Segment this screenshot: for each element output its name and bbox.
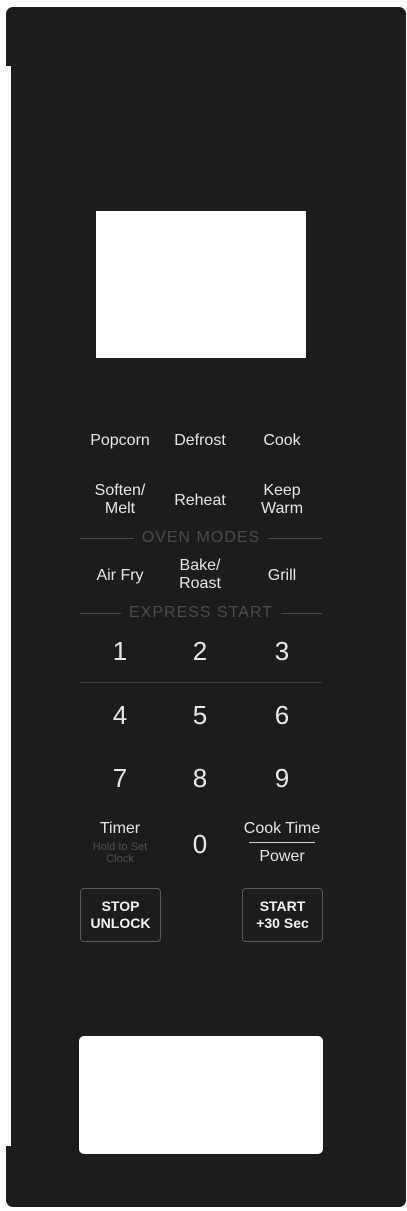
roast-label: Roast bbox=[179, 575, 221, 593]
digit-6-button[interactable]: 6 bbox=[242, 702, 322, 728]
digit-3-button[interactable]: 3 bbox=[242, 638, 322, 664]
digit-8-button[interactable]: 8 bbox=[160, 765, 240, 791]
power-label: Power bbox=[259, 848, 305, 866]
defrost-button[interactable]: Defrost bbox=[160, 432, 240, 450]
bottom-window bbox=[79, 1036, 323, 1154]
oven-modes-label: OVEN MODES bbox=[141, 529, 261, 546]
divider-line-left bbox=[80, 612, 121, 614]
digit-label: 0 bbox=[192, 829, 208, 859]
digit-label: 7 bbox=[112, 763, 128, 793]
digit-7-button[interactable]: 7 bbox=[80, 765, 160, 791]
keep-warm-button[interactable]: Keep Warm bbox=[242, 482, 322, 519]
warm-label: Warm bbox=[260, 500, 304, 518]
express-start-divider: EXPRESS START bbox=[80, 604, 322, 622]
digit-2-button[interactable]: 2 bbox=[160, 638, 240, 664]
keep-label: Keep bbox=[263, 482, 301, 499]
start-label: START bbox=[259, 897, 306, 914]
display-window bbox=[96, 211, 306, 358]
digit-label: 2 bbox=[192, 636, 208, 666]
digit-label: 5 bbox=[192, 700, 208, 730]
bake-roast-button[interactable]: Bake/ Roast bbox=[160, 557, 240, 594]
cook-time-power-button[interactable]: Cook Time Power bbox=[234, 820, 330, 867]
digit-label: 3 bbox=[274, 636, 290, 666]
digit-4-button[interactable]: 4 bbox=[80, 702, 160, 728]
divider-line-right bbox=[281, 612, 322, 614]
panel-edge-notch bbox=[6, 66, 11, 1146]
unlock-label: UNLOCK bbox=[90, 915, 151, 931]
cook-time-power-separator bbox=[249, 842, 315, 844]
cook-time-label: Cook Time bbox=[243, 820, 321, 837]
timer-hint-line-2: Clock bbox=[106, 852, 134, 865]
start-30sec-button[interactable]: START +30 Sec bbox=[242, 888, 323, 942]
timer-button[interactable]: Timer Hold to Set Clock bbox=[80, 820, 160, 865]
cook-button[interactable]: Cook bbox=[242, 432, 322, 450]
digit-label: 1 bbox=[112, 636, 128, 666]
soften-melt-button[interactable]: Soften/ Melt bbox=[80, 482, 160, 519]
oven-modes-divider: OVEN MODES bbox=[80, 529, 322, 547]
plus-30-sec-label: +30 Sec bbox=[256, 915, 309, 931]
stop-unlock-button[interactable]: STOP UNLOCK bbox=[80, 888, 161, 942]
grill-button[interactable]: Grill bbox=[242, 567, 322, 585]
divider-line-left bbox=[80, 537, 134, 539]
defrost-label: Defrost bbox=[174, 432, 226, 449]
express-start-label: EXPRESS START bbox=[129, 604, 273, 621]
timer-label: Timer bbox=[99, 820, 141, 837]
air-fry-button[interactable]: Air Fry bbox=[80, 567, 160, 585]
stop-label: STOP bbox=[101, 897, 140, 914]
digit-1-button[interactable]: 1 bbox=[80, 638, 160, 664]
air-fry-label: Air Fry bbox=[96, 567, 144, 584]
divider-line-right bbox=[268, 537, 322, 539]
soften-label: Soften/ bbox=[94, 482, 146, 499]
grill-label: Grill bbox=[267, 567, 297, 584]
digit-label: 6 bbox=[274, 700, 290, 730]
digit-label: 4 bbox=[112, 700, 128, 730]
digit-9-button[interactable]: 9 bbox=[242, 765, 322, 791]
popcorn-button[interactable]: Popcorn bbox=[80, 432, 160, 450]
digit-label: 8 bbox=[192, 763, 208, 793]
reheat-button[interactable]: Reheat bbox=[160, 492, 240, 510]
melt-label: Melt bbox=[104, 500, 136, 518]
digit-label: 9 bbox=[274, 763, 290, 793]
keypad-divider bbox=[80, 682, 322, 683]
popcorn-label: Popcorn bbox=[90, 432, 150, 449]
bake-label: Bake/ bbox=[179, 557, 221, 574]
reheat-label: Reheat bbox=[174, 492, 226, 509]
digit-0-button[interactable]: 0 bbox=[160, 831, 240, 857]
digit-5-button[interactable]: 5 bbox=[160, 702, 240, 728]
cook-label: Cook bbox=[263, 432, 301, 449]
